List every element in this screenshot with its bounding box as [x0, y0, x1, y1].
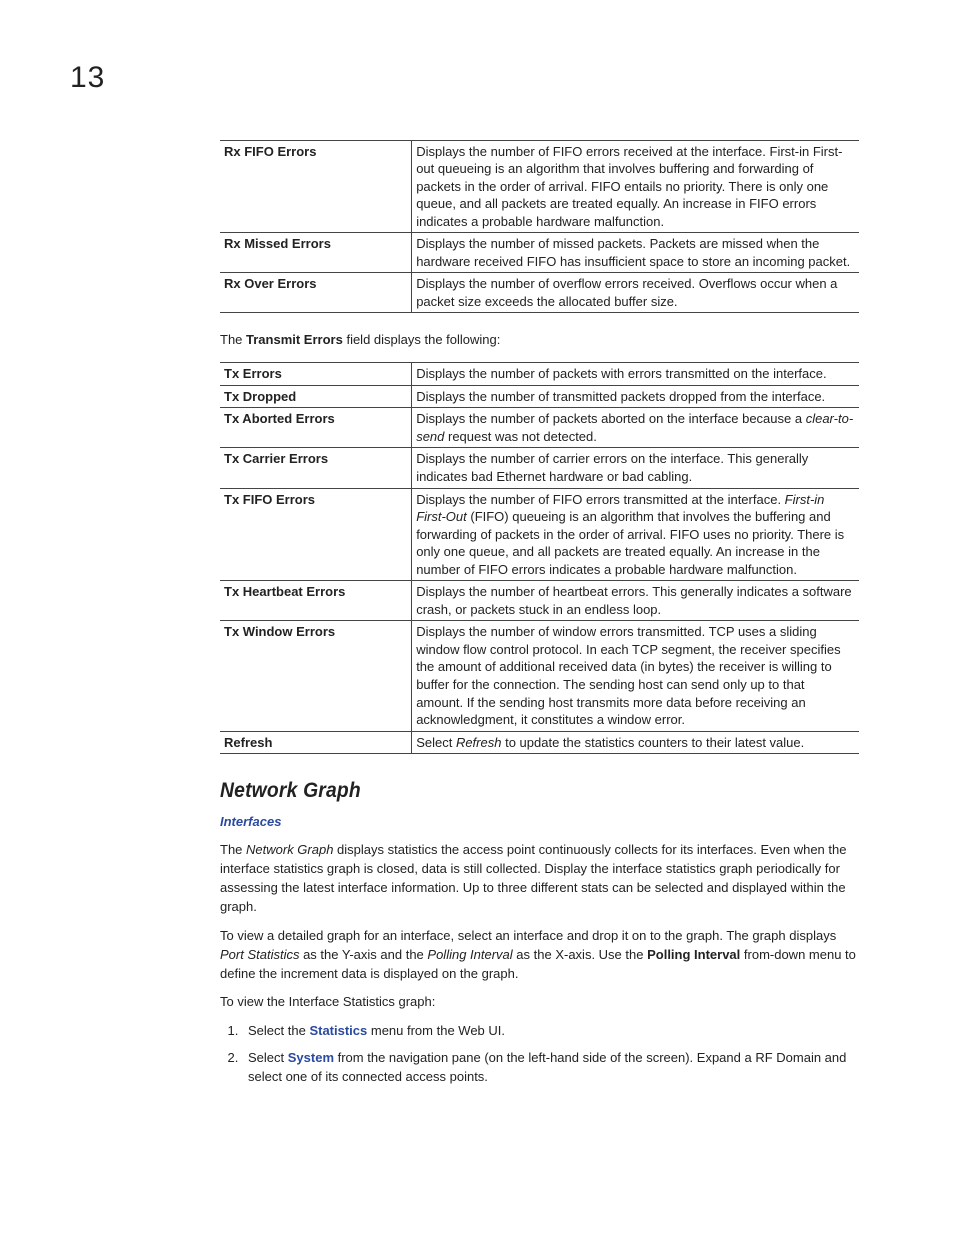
receive-errors-table: Rx FIFO ErrorsDisplays the number of FIF… — [220, 140, 859, 314]
steps-list: Select the Statistics menu from the Web … — [220, 1022, 859, 1087]
text-bold: Transmit Errors — [246, 332, 343, 347]
paragraph: The Network Graph displays statistics th… — [220, 841, 859, 916]
list-item: Select the Statistics menu from the Web … — [242, 1022, 859, 1041]
text: System — [288, 1050, 334, 1065]
text: Polling Interval — [427, 947, 512, 962]
table-row: Tx Carrier ErrorsDisplays the number of … — [220, 448, 859, 488]
text: To view a detailed graph for an interfac… — [220, 928, 836, 943]
text: menu from the Web UI. — [367, 1023, 505, 1038]
field-desc: Displays the number of carrier errors on… — [412, 448, 859, 488]
table-row: Tx Errors Displays the number of packets … — [220, 363, 859, 386]
table-row: Tx FIFO Errors Displays the number of FIF… — [220, 488, 859, 581]
chapter-number: 13 — [70, 56, 859, 100]
field-desc: Select Refresh to update the statistics … — [412, 731, 859, 754]
field-desc: Displays the number of packets with erro… — [412, 363, 859, 386]
field-name: Rx Missed Errors — [220, 233, 412, 273]
text: Network Graph — [246, 842, 333, 857]
table-row: Tx Heartbeat ErrorsDisplays the number o… — [220, 581, 859, 621]
text: Select — [416, 735, 456, 750]
field-desc: Displays the number of overflow errors r… — [412, 273, 859, 313]
text: as the X-axis. Use the — [513, 947, 647, 962]
text: request was not detected. — [444, 429, 596, 444]
paragraph: To view the Interface Statistics graph: — [220, 993, 859, 1012]
text: Statistics — [309, 1023, 367, 1038]
field-name: Tx Errors — [220, 363, 412, 386]
text: Displays the number of transmitted packe… — [416, 389, 825, 404]
text: (FIFO) queueing is an algorithm that inv… — [416, 509, 844, 577]
text: field displays the following: — [343, 332, 501, 347]
field-desc: Displays the number of FIFO errors recei… — [412, 140, 859, 233]
field-name: Refresh — [220, 731, 412, 754]
field-desc: Displays the number of heartbeat errors.… — [412, 581, 859, 621]
text: Displays the number of window errors tra… — [416, 624, 840, 727]
field-desc: Displays the number of packets aborted o… — [412, 408, 859, 448]
field-name: Tx Aborted Errors — [220, 408, 412, 448]
table-row: RefreshSelect Refresh to update the stat… — [220, 731, 859, 754]
text: Polling Interval — [647, 947, 740, 962]
field-desc: Displays the number of transmitted packe… — [412, 385, 859, 408]
text: Displays the number of heartbeat errors.… — [416, 584, 851, 617]
text: as the Y-axis and the — [299, 947, 427, 962]
page: 13 Rx FIFO ErrorsDisplays the number of … — [0, 0, 954, 1155]
table-row: Rx FIFO ErrorsDisplays the number of FIF… — [220, 140, 859, 233]
text: Displays the number of FIFO errors trans… — [416, 492, 784, 507]
content-area: Rx FIFO ErrorsDisplays the number of FIF… — [220, 140, 859, 1087]
text: Port Statistics — [220, 947, 299, 962]
text: Select the — [248, 1023, 309, 1038]
text: The — [220, 842, 246, 857]
table-row: Tx Dropped Displays the number of transmi… — [220, 385, 859, 408]
field-desc: Displays the number of missed packets. P… — [412, 233, 859, 273]
field-name: Rx Over Errors — [220, 273, 412, 313]
interfaces-link[interactable]: Interfaces — [220, 813, 859, 832]
text: Displays the number of packets with erro… — [416, 366, 826, 381]
text: to update the statistics counters to the… — [501, 735, 804, 750]
table-row: Rx Over ErrorsDisplays the number of ove… — [220, 273, 859, 313]
text: Select — [248, 1050, 288, 1065]
list-item: Select System from the navigation pane (… — [242, 1049, 859, 1087]
transmit-errors-intro: The Transmit Errors field displays the f… — [220, 331, 859, 350]
paragraph: To view a detailed graph for an interfac… — [220, 927, 859, 984]
field-name: Rx FIFO Errors — [220, 140, 412, 233]
table-row: Rx Missed ErrorsDisplays the number of m… — [220, 233, 859, 273]
table-row: Tx Window ErrorsDisplays the number of w… — [220, 621, 859, 731]
field-name: Tx Heartbeat Errors — [220, 581, 412, 621]
field-name: Tx FIFO Errors — [220, 488, 412, 581]
field-desc: Displays the number of FIFO errors trans… — [412, 488, 859, 581]
text: Displays the number of carrier errors on… — [416, 451, 808, 484]
text: The — [220, 332, 246, 347]
field-name: Tx Carrier Errors — [220, 448, 412, 488]
field-name: Tx Dropped — [220, 385, 412, 408]
text: Refresh — [456, 735, 502, 750]
transmit-errors-table: Tx Errors Displays the number of packets … — [220, 362, 859, 754]
text: from the navigation pane (on the left-ha… — [248, 1050, 846, 1084]
field-desc: Displays the number of window errors tra… — [412, 621, 859, 731]
text: Displays the number of packets aborted o… — [416, 411, 806, 426]
field-name: Tx Window Errors — [220, 621, 412, 731]
table-row: Tx Aborted Errors Displays the number of … — [220, 408, 859, 448]
section-heading-network-graph: Network Graph — [220, 776, 808, 806]
